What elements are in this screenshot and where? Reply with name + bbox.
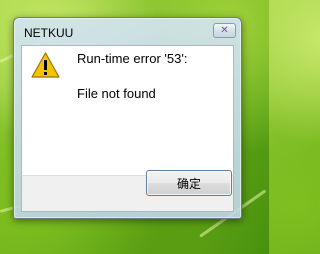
warning-icon <box>31 52 60 78</box>
close-icon: ✕ <box>220 24 229 36</box>
error-description-text: File not found <box>77 86 156 101</box>
title-bar[interactable]: NETKUU ✕ <box>14 18 241 45</box>
window-title: NETKUU <box>24 26 74 40</box>
close-button[interactable]: ✕ <box>213 23 236 38</box>
error-code-text: Run-time error '53': <box>77 51 188 66</box>
ok-button[interactable]: 确定 <box>146 170 232 196</box>
